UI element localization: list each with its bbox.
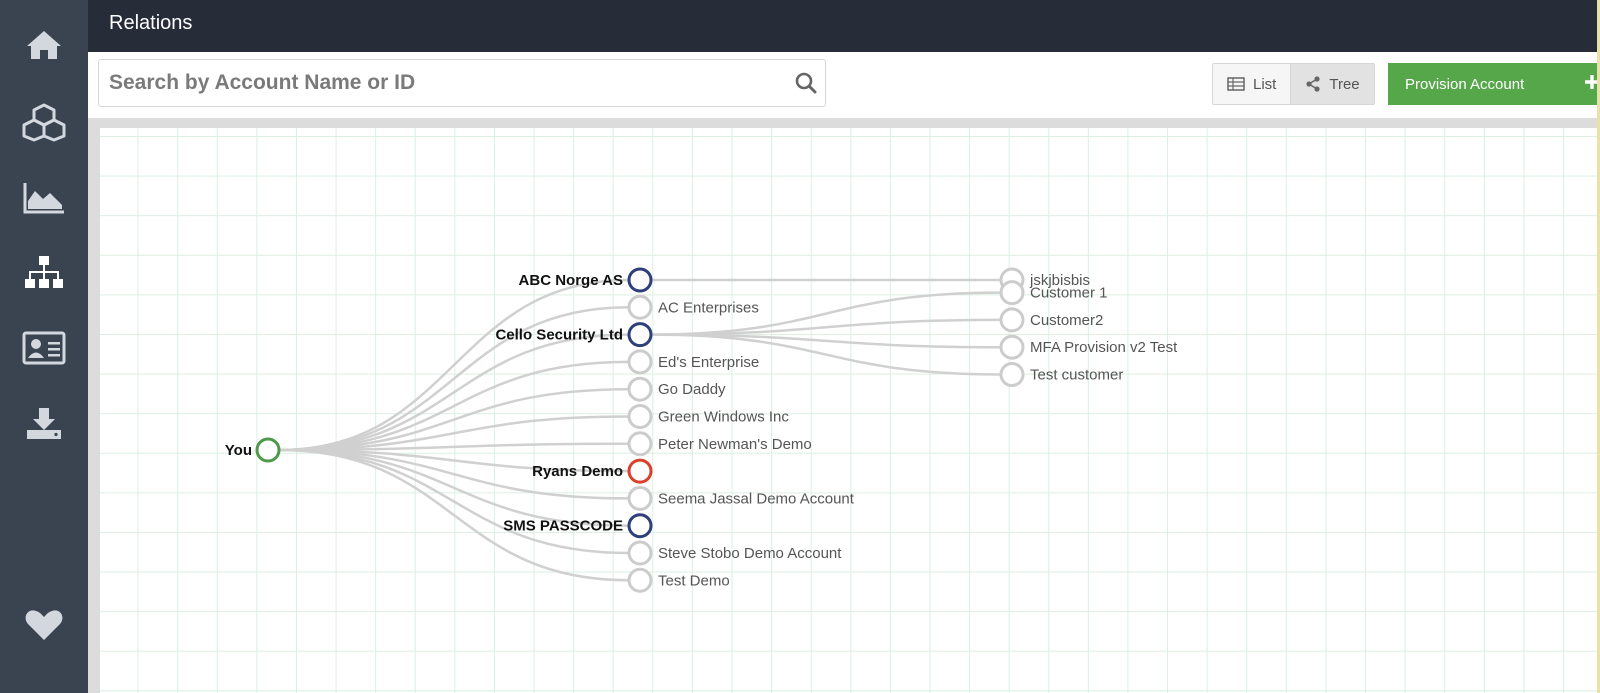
tree-label-cello-security-ltd: Cello Security Ltd xyxy=(495,327,623,344)
tree-label-green-windows-inc: Green Windows Inc xyxy=(658,409,789,426)
tree-node-seema-jassal-demo-account[interactable] xyxy=(627,485,653,511)
tree-node-abc-norge-as[interactable] xyxy=(627,267,653,293)
search-box xyxy=(98,59,826,107)
tree-label-steve-stobo-demo-account: Steve Stobo Demo Account xyxy=(658,545,842,562)
tree-node-mfa-provision-v2-test[interactable] xyxy=(999,334,1025,360)
tree-view-button[interactable]: Tree xyxy=(1290,64,1374,104)
sidebar-item-relations[interactable] xyxy=(0,243,88,303)
cubes-icon xyxy=(22,103,66,142)
download-icon xyxy=(27,408,61,439)
tree-label-root: You xyxy=(225,442,252,459)
tree-node-peter-newman-s-demo[interactable] xyxy=(627,431,653,457)
tree-label-test-customer: Test customer xyxy=(1030,367,1123,384)
area-chart-icon xyxy=(23,183,64,214)
tree-node-green-windows-inc[interactable] xyxy=(627,404,653,429)
sitemap-icon xyxy=(25,256,63,288)
tree-view-label: Tree xyxy=(1329,75,1360,93)
list-view-label: List xyxy=(1253,75,1277,93)
tree-node-steve-stobo-demo-account[interactable] xyxy=(627,540,653,566)
tree-label-ac-enterprises: AC Enterprises xyxy=(658,299,759,316)
tree-label-customer2: Customer2 xyxy=(1030,312,1103,329)
sidebar xyxy=(0,0,88,693)
tree-link-ed-s-enterprise xyxy=(278,360,630,452)
tree-node-root[interactable] xyxy=(255,437,281,463)
tree-panel: jskjbisbis Customer 1 Customer2 MFA Provisi… xyxy=(88,118,1600,693)
tree-link-go-daddy xyxy=(278,387,630,452)
sidebar-item-products[interactable] xyxy=(0,92,88,152)
tree-label-seema-jassal-demo-account: Seema Jassal Demo Account xyxy=(658,490,855,507)
relations-tree: jskjbisbisCustomer 1Customer2MFA Provisi… xyxy=(225,267,1178,593)
tree-label-test-demo: Test Demo xyxy=(658,572,730,589)
heart-icon xyxy=(25,610,63,640)
share-icon xyxy=(1306,76,1320,92)
tree-label-abc-norge-as: ABC Norge AS xyxy=(519,272,623,289)
tree-node-test-demo[interactable] xyxy=(627,567,653,593)
sidebar-item-contacts[interactable] xyxy=(0,318,88,378)
view-toggle: List Tree xyxy=(1212,63,1375,105)
sidebar-item-favorites[interactable] xyxy=(0,595,88,655)
sidebar-item-home[interactable] xyxy=(0,15,88,75)
tree-canvas[interactable]: jskjbisbis Customer 1 Customer2 MFA Provisi… xyxy=(100,128,1600,693)
tree-label-mfa-provision-v2-test: MFA Provision v2 Test xyxy=(1030,339,1178,356)
tree-label-ryans-demo: Ryans Demo xyxy=(532,463,623,480)
home-icon xyxy=(27,31,61,59)
sidebar-item-downloads[interactable] xyxy=(0,393,88,453)
tree-node-go-daddy[interactable] xyxy=(627,376,653,402)
tree-node-customer2[interactable] xyxy=(999,307,1025,333)
toolbar: List Tree Provision Account xyxy=(88,52,1600,118)
list-view-button[interactable]: List xyxy=(1213,64,1291,104)
tree-node-ac-enterprises[interactable] xyxy=(627,294,653,320)
provision-account-label: Provision Account xyxy=(1405,75,1525,93)
tree-label-peter-newman-s-demo: Peter Newman's Demo xyxy=(658,436,812,453)
tree-label-sms-passcode: SMS PASSCODE xyxy=(503,518,623,535)
tree-node-customer-1[interactable] xyxy=(999,280,1025,306)
table-icon xyxy=(1227,77,1245,91)
tree-node-cello-security-ltd[interactable] xyxy=(627,322,653,348)
provision-account-button[interactable]: Provision Account xyxy=(1388,63,1600,105)
search-input[interactable] xyxy=(109,60,779,106)
tree-label-customer-1: Customer 1 xyxy=(1030,285,1108,302)
contact-card-icon xyxy=(22,331,66,365)
tree-node-test-customer[interactable] xyxy=(999,362,1025,387)
header: Relations xyxy=(88,0,1600,52)
search-icon[interactable] xyxy=(795,72,817,99)
tree-node-sms-passcode[interactable] xyxy=(627,513,653,539)
sidebar-item-reports[interactable] xyxy=(0,168,88,228)
page-title: Relations xyxy=(109,12,193,34)
tree-node-ryans-demo[interactable] xyxy=(627,458,653,484)
tree-label-ed-s-enterprise: Ed's Enterprise xyxy=(658,354,759,371)
tree-label-go-daddy: Go Daddy xyxy=(658,381,726,398)
tree-node-ed-s-enterprise[interactable] xyxy=(627,349,653,375)
